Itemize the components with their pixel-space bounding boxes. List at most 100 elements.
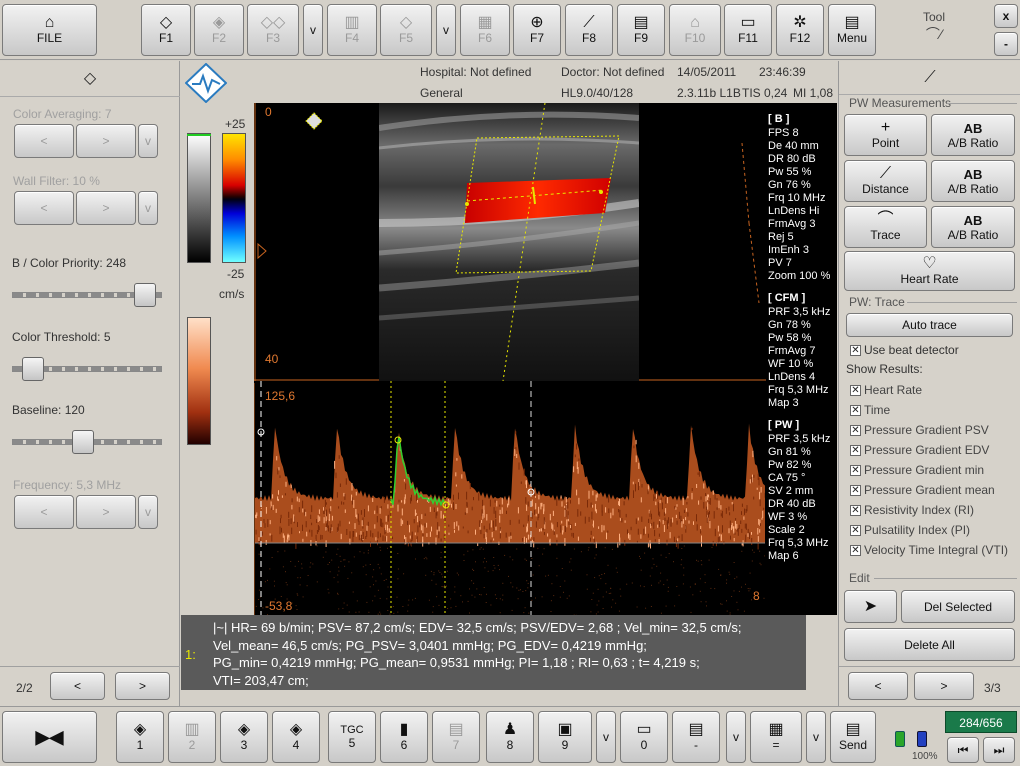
f7-button[interactable]: ⊕ F7: [513, 4, 561, 56]
archive-button[interactable]: ▭ 0: [620, 711, 668, 763]
file-button[interactable]: ⌂ FILE: [2, 4, 97, 56]
right-prev-page-button[interactable]: <: [848, 672, 908, 700]
zoom-icon: ⊕: [530, 15, 543, 31]
depth-top-label: 0: [265, 105, 272, 119]
result-checkbox[interactable]: ✕: [850, 505, 861, 516]
f12-button[interactable]: ✲ F12: [776, 4, 824, 56]
select-pointer-button[interactable]: ➤: [844, 590, 897, 623]
f2-button[interactable]: ◈ F2: [194, 4, 244, 56]
priority-slider-thumb[interactable]: [134, 283, 156, 307]
preset-4-button[interactable]: ◈ 4: [272, 711, 320, 763]
patient-button[interactable]: ♟ 8: [486, 711, 534, 763]
cine-prev-button[interactable]: ⏮: [947, 737, 979, 763]
print-more-button[interactable]: v: [806, 711, 826, 763]
f4-button[interactable]: ▥ F4: [327, 4, 377, 56]
frequency-dec[interactable]: <: [14, 495, 74, 529]
distance-button[interactable]: ⟋ Distance: [844, 160, 927, 202]
close-button[interactable]: x: [994, 4, 1018, 28]
color-averaging-dec[interactable]: <: [14, 124, 74, 158]
param-line: Gn 81 %: [768, 446, 811, 459]
result-checkbox[interactable]: ✕: [850, 385, 861, 396]
param-line: FrmAvg 7: [768, 345, 815, 358]
color-averaging-more[interactable]: v: [138, 124, 158, 158]
delete-all-button[interactable]: Delete All: [844, 628, 1015, 661]
wall-filter-inc[interactable]: >: [76, 191, 136, 225]
wall-filter-more[interactable]: v: [138, 191, 158, 225]
wall-filter-dec[interactable]: <: [14, 191, 74, 225]
heart-rate-button[interactable]: ♡ Heart Rate: [844, 251, 1015, 291]
preset-2-button[interactable]: ▥ 2: [168, 711, 216, 763]
delete-selected-button[interactable]: Del Selected: [901, 590, 1015, 623]
color-probe-icon: ◇: [400, 15, 412, 31]
f3-more-button[interactable]: v: [303, 4, 323, 56]
print-button[interactable]: ▦ =: [750, 711, 802, 763]
right-next-page-button[interactable]: >: [914, 672, 974, 700]
f3-button[interactable]: ◇◇ F3: [247, 4, 299, 56]
bottom-toolbar: ▶◀ ◈ 1 ▥ 2 ◈ 3 ◈ 4 TGC 5 ▮ 6 ▤ 7 ♟ 8 ▣ 9 v ▭ 0 ▤ - …: [0, 706, 1020, 766]
f6-button[interactable]: ▦ F6: [460, 4, 510, 56]
send-button[interactable]: ▤ Send: [830, 711, 876, 763]
point-button[interactable]: + Point: [844, 114, 927, 156]
preset-1-button[interactable]: ◈ 1: [116, 711, 164, 763]
tool-trace-icon: ⌒⁄: [910, 24, 958, 44]
b-mode-image[interactable]: [379, 103, 639, 381]
param-line: Map 6: [768, 550, 799, 563]
param-line: SV 2 mm: [768, 485, 813, 498]
result-checkbox-label: Time: [864, 403, 890, 417]
left-prev-page-button[interactable]: <: [50, 672, 105, 700]
report-more-button[interactable]: v: [726, 711, 746, 763]
param-line: Gn 78 %: [768, 319, 811, 332]
preset-3-button[interactable]: ◈ 3: [220, 711, 268, 763]
minimize-button[interactable]: -: [994, 32, 1018, 56]
auto-trace-button[interactable]: Auto trace: [846, 313, 1013, 337]
result-checkbox[interactable]: ✕: [850, 545, 861, 556]
f5-button[interactable]: ◇ F5: [380, 4, 432, 56]
trace-icon: ⌒: [877, 212, 893, 228]
measure-line-icon: ⟋: [583, 15, 594, 31]
frequency-inc[interactable]: >: [76, 495, 136, 529]
freeze-button[interactable]: ▶◀: [2, 711, 97, 763]
result-checkbox[interactable]: ✕: [850, 465, 861, 476]
save-image-button[interactable]: ▣ 9: [538, 711, 592, 763]
preset-7-button[interactable]: ▤ 7: [432, 711, 480, 763]
pw-spectrum[interactable]: 125,6 -53,8 8: [255, 381, 765, 615]
ab-ratio-distance-button[interactable]: AB A/B Ratio: [931, 160, 1015, 202]
f8-button[interactable]: ⟋ F8: [565, 4, 613, 56]
result-checkbox[interactable]: ✕: [850, 525, 861, 536]
frame-counter: 284/656: [945, 711, 1017, 733]
left-panel: ◇ Color Averaging: 7 < > v Wall Filter: …: [0, 61, 180, 706]
ab-ratio-trace-button[interactable]: AB A/B Ratio: [931, 206, 1015, 248]
trace-button[interactable]: ⌒ Trace: [844, 206, 927, 248]
ab-ratio-point-button[interactable]: AB A/B Ratio: [931, 114, 1015, 156]
cursor-arrow-icon: ➤: [864, 599, 877, 615]
result-checkbox[interactable]: ✕: [850, 405, 861, 416]
result-checkbox[interactable]: ✕: [850, 445, 861, 456]
f1-button[interactable]: ◇ F1: [141, 4, 191, 56]
result-checkbox[interactable]: ✕: [850, 485, 861, 496]
results-line: |~| HR= 69 b/min; PSV= 87,2 cm/s; EDV= 3…: [213, 619, 741, 637]
probe-orientation-icon: [305, 112, 323, 130]
preset-6-button[interactable]: ▮ 6: [380, 711, 428, 763]
save-more-button[interactable]: v: [596, 711, 616, 763]
color-averaging-inc[interactable]: >: [76, 124, 136, 158]
right-panel: ⟋ PW Measurements + Point AB A/B Ratio ⟋ Di…: [838, 61, 1020, 706]
f9-button[interactable]: ▤ F9: [617, 4, 665, 56]
result-checkbox[interactable]: ✕: [850, 425, 861, 436]
param-line: ImEnh 3: [768, 244, 809, 257]
baseline-slider-thumb[interactable]: [72, 430, 94, 454]
calculator-icon: ▤: [633, 15, 648, 31]
f11-button[interactable]: ▭ F11: [724, 4, 772, 56]
f10-button[interactable]: ⌂ F10: [669, 4, 721, 56]
left-next-page-button[interactable]: >: [115, 672, 170, 700]
param-line: PRF 3,5 kHz: [768, 433, 830, 446]
report-button[interactable]: ▤ -: [672, 711, 720, 763]
f5-more-button[interactable]: v: [436, 4, 456, 56]
report-3-icon: ◈: [238, 722, 250, 738]
priority-label: B / Color Priority: 248: [12, 256, 126, 270]
frequency-more[interactable]: v: [138, 495, 158, 529]
use-beat-checkbox[interactable]: ✕: [850, 345, 861, 356]
threshold-slider-thumb[interactable]: [22, 357, 44, 381]
cine-next-button[interactable]: ⏭: [983, 737, 1015, 763]
menu-button[interactable]: ▤ Menu: [828, 4, 876, 56]
tgc-button[interactable]: TGC 5: [328, 711, 376, 763]
